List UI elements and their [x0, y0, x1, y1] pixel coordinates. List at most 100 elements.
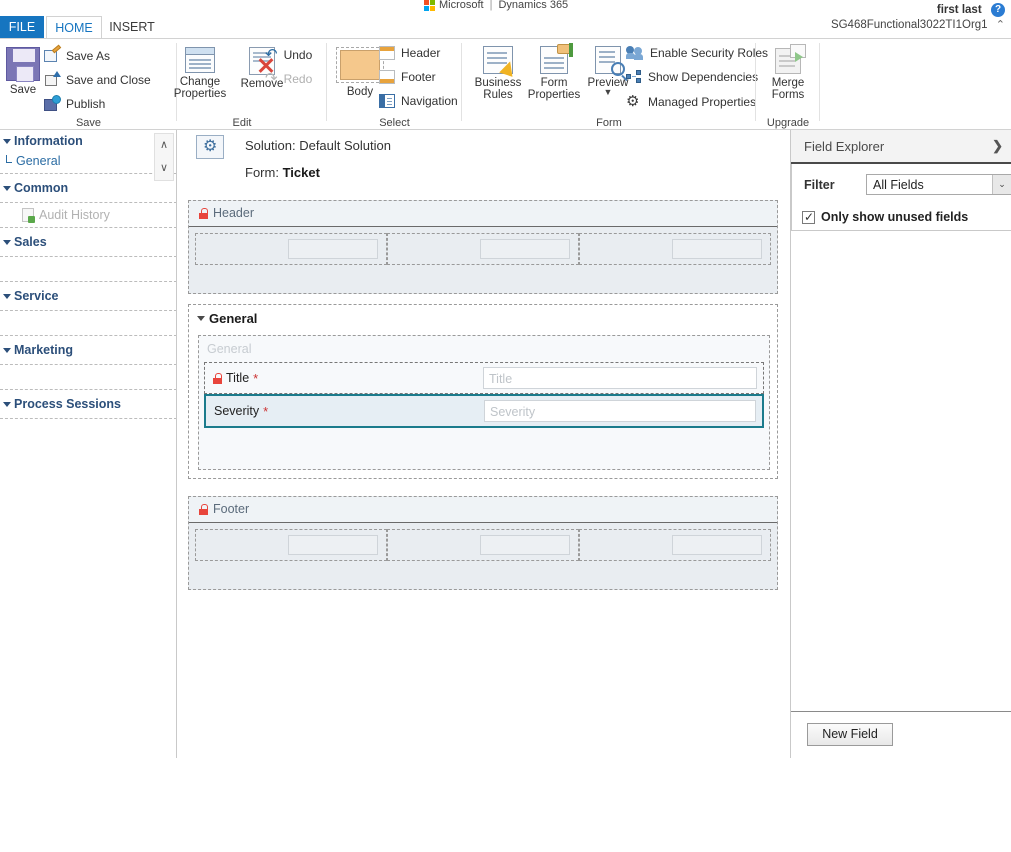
nav-group-sales-label: Sales	[14, 235, 47, 249]
save-and-close-button[interactable]: Save and Close	[44, 71, 151, 88]
form-general-section[interactable]: General Title * Title Severity * Severit…	[198, 335, 770, 470]
show-dependencies-label: Show Dependencies	[648, 70, 759, 84]
header-button[interactable]: Header	[379, 46, 440, 60]
tab-home[interactable]: HOME	[46, 16, 102, 39]
undo-icon: ↶	[265, 46, 278, 63]
enable-security-roles-button[interactable]: Enable Security Roles	[626, 46, 768, 60]
navigation-icon	[379, 94, 395, 108]
redo-button[interactable]: ↷ Redo	[265, 71, 312, 86]
form-designer-canvas: Solution: Default Solution Form: Ticket …	[177, 130, 789, 758]
change-properties-button[interactable]: Change Properties	[169, 47, 231, 100]
show-dependencies-button[interactable]: Show Dependencies	[626, 70, 758, 84]
field-explorer-filter-row: Filter All Fields ⌄	[791, 174, 1011, 200]
preview-icon	[595, 46, 628, 82]
form-field-title[interactable]: Title * Title	[204, 362, 764, 394]
publish-label: Publish	[66, 97, 106, 111]
chevron-down-icon[interactable]: ⌄	[992, 175, 1011, 194]
save-as-button[interactable]: Save As	[44, 44, 110, 64]
ribbon-tabstrip: FILE HOME INSERT	[0, 16, 1011, 39]
field-stub	[288, 535, 378, 555]
scroll-up-icon[interactable]: ∧	[160, 140, 168, 151]
publish-icon	[44, 95, 61, 112]
nav-divider	[0, 364, 176, 365]
form-footer-section[interactable]: Footer	[188, 496, 778, 590]
field-stub	[480, 239, 570, 259]
sidebar-item-general[interactable]: General	[0, 152, 176, 170]
change-properties-label: Change Properties	[173, 76, 227, 100]
form-general-tab-title-row[interactable]: General	[189, 305, 777, 331]
form-general-tab[interactable]: General General Title * Title Severity *…	[188, 304, 778, 479]
field-stub	[288, 239, 378, 259]
nav-group-marketing[interactable]: Marketing	[0, 339, 176, 361]
form-field-severity-input[interactable]: Severity	[484, 400, 756, 422]
only-unused-fields-label: Only show unused fields	[821, 210, 969, 224]
business-rules-icon	[483, 46, 517, 77]
form-footer-column[interactable]	[579, 529, 771, 561]
nav-group-information[interactable]: Information	[0, 130, 176, 152]
ribbon-group-label-form: Form	[596, 117, 622, 129]
merge-forms-icon	[775, 44, 806, 74]
form-field-title-input[interactable]: Title	[483, 367, 757, 389]
tab-file[interactable]: FILE	[0, 16, 44, 38]
footer-button[interactable]: Footer	[379, 70, 436, 84]
managed-properties-button[interactable]: ⚙ Managed Properties	[626, 94, 756, 110]
undo-label: Undo	[283, 47, 313, 62]
merge-forms-button[interactable]: Merge Forms	[764, 44, 812, 101]
field-explorer-list[interactable]	[791, 230, 1011, 852]
collapse-triangle-icon[interactable]	[197, 316, 205, 321]
ribbon-group-edit: Change Properties Remove ↶ Undo ↷ Redo E…	[157, 39, 327, 131]
new-field-button[interactable]: New Field	[807, 723, 893, 746]
ribbon-group-upgrade: Merge Forms Upgrade	[756, 39, 820, 131]
expand-triangle-icon	[3, 240, 11, 245]
nav-group-service[interactable]: Service	[0, 285, 176, 307]
help-icon[interactable]: ?	[991, 2, 1005, 17]
save-button[interactable]: Save	[4, 47, 42, 96]
nav-group-common[interactable]: Common	[0, 177, 176, 199]
header-label: Header	[401, 46, 441, 60]
form-header-column[interactable]	[195, 233, 387, 265]
scroll-down-icon[interactable]: ∨	[160, 163, 168, 174]
form-properties-button[interactable]: Form Properties	[526, 43, 582, 101]
chevron-right-icon[interactable]: ❯	[992, 138, 1003, 154]
business-rules-button[interactable]: Business Rules	[470, 46, 526, 101]
body-button[interactable]: Body	[335, 47, 385, 98]
publish-button[interactable]: Publish	[44, 95, 106, 112]
expand-triangle-icon	[3, 402, 11, 407]
only-unused-fields-checkbox[interactable]	[802, 210, 815, 224]
tab-insert[interactable]: INSERT	[104, 16, 160, 38]
form-header-column[interactable]	[387, 233, 579, 265]
nav-scroll-controls[interactable]: ∧ ∨	[154, 133, 174, 181]
chevron-down-icon[interactable]: ▼	[604, 88, 613, 97]
field-stub	[672, 239, 762, 259]
merge-forms-label: Merge Forms	[771, 77, 805, 101]
header-icon	[379, 46, 395, 60]
filter-select[interactable]: All Fields ⌄	[866, 174, 1011, 195]
form-general-tab-title: General	[209, 311, 258, 326]
filter-select-value: All Fields	[873, 178, 924, 192]
undo-button[interactable]: ↶ Undo	[265, 47, 312, 62]
lock-icon	[213, 372, 222, 384]
form-header-section-title-row: Header	[189, 201, 777, 227]
form-header-column[interactable]	[579, 233, 771, 265]
user-name[interactable]: first last	[937, 4, 982, 16]
sidebar-item-audit-history[interactable]: Audit History	[0, 206, 176, 224]
form-header-section[interactable]: Header	[188, 200, 778, 294]
managed-properties-label: Managed Properties	[648, 95, 757, 109]
nav-group-process-sessions[interactable]: Process Sessions	[0, 393, 176, 415]
nav-group-sales[interactable]: Sales	[0, 231, 176, 253]
form-name: Ticket	[282, 165, 320, 180]
required-asterisk: *	[263, 403, 269, 419]
only-unused-fields-row[interactable]: Only show unused fields	[791, 206, 1011, 228]
form-field-title-label-group: Title *	[205, 371, 483, 386]
floppy-disk-icon	[6, 47, 40, 82]
form-field-severity[interactable]: Severity * Severity	[204, 394, 764, 428]
nav-divider	[0, 418, 176, 419]
navigation-button[interactable]: Navigation	[379, 94, 458, 108]
tree-elbow-icon	[6, 155, 12, 163]
redo-label: Redo	[283, 71, 313, 86]
form-footer-column[interactable]	[387, 529, 579, 561]
nav-group-process-sessions-label: Process Sessions	[14, 397, 122, 411]
form-footer-column[interactable]	[195, 529, 387, 561]
solution-name: Solution: Default Solution	[245, 138, 391, 153]
nav-divider	[0, 173, 176, 174]
